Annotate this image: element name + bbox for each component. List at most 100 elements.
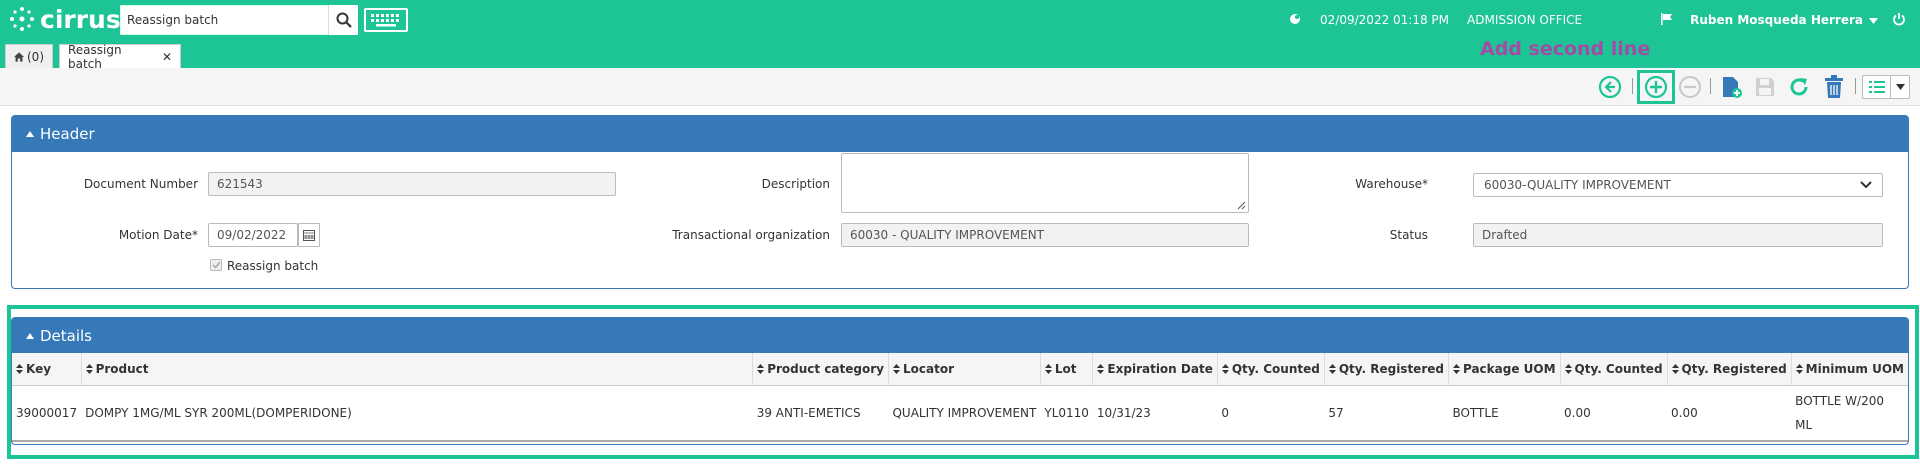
sort-icon	[16, 364, 23, 375]
reassign-batch-label: Reassign batch	[227, 259, 319, 273]
column-label: Locator	[902, 361, 954, 376]
chevron-down-icon[interactable]	[1869, 13, 1878, 27]
cell-lot: YL0110	[1040, 385, 1093, 442]
collapse-icon	[26, 333, 34, 339]
toolbar-divider	[1855, 78, 1856, 94]
logo-icon	[10, 7, 34, 31]
remove-line-button[interactable]	[1677, 74, 1703, 100]
column-header[interactable]: Qty. Registered	[1667, 353, 1792, 386]
details-table: Key Product Product category Locator Lot…	[12, 353, 1908, 442]
tab-reassign-batch[interactable]: Reassign batch ✕	[59, 42, 181, 71]
user-name: Ruben Mosqueda Herrera	[1690, 13, 1863, 27]
column-label: Key	[26, 361, 52, 376]
view-menu-button[interactable]	[1862, 75, 1910, 99]
flag-icon[interactable]	[1660, 12, 1674, 29]
logo-text: cirrus	[40, 4, 121, 34]
column-header[interactable]: Expiration Date	[1092, 353, 1218, 386]
cell-qty-counted-2: 0.00	[1560, 385, 1668, 442]
column-header[interactable]: Qty. Counted	[1560, 353, 1668, 386]
minus-circle-icon	[1679, 76, 1701, 98]
cell-product: DOMPY 1MG/ML SYR 200ML(DOMPERIDONE)	[81, 385, 753, 442]
datetime: 02/09/2022 01:18 PM	[1320, 13, 1450, 27]
refresh-button[interactable]	[1786, 74, 1812, 100]
annotation-highlight-box	[1637, 70, 1675, 104]
details-panel-title[interactable]: Details	[12, 318, 1908, 354]
column-header[interactable]: Qty. Registered	[1324, 353, 1449, 386]
sort-icon	[1097, 364, 1105, 375]
description-textarea[interactable]	[841, 153, 1249, 213]
toolbar-divider	[1632, 78, 1633, 94]
document-number-label: Document Number	[83, 177, 198, 191]
cell-qty-registered: 57	[1324, 385, 1449, 442]
table-row[interactable]: 39000017 DOMPY 1MG/ML SYR 200ML(DOMPERID…	[12, 385, 1908, 442]
save-button[interactable]	[1752, 74, 1778, 100]
status-field[interactable]: Drafted	[1473, 223, 1883, 247]
column-header[interactable]: Locator	[888, 353, 1041, 386]
header-panel-title[interactable]: Header	[12, 116, 1908, 152]
column-label: Product category	[767, 361, 884, 376]
header-title: Header	[40, 125, 95, 143]
column-label: Package UOM	[1462, 361, 1556, 376]
keyboard-button[interactable]	[364, 8, 408, 32]
details-title: Details	[40, 327, 93, 345]
column-label: Product	[95, 361, 149, 376]
search-icon	[336, 12, 352, 28]
column-header[interactable]: Lot	[1040, 353, 1094, 386]
list-icon	[1863, 76, 1891, 98]
sort-icon	[1044, 364, 1052, 375]
trans-org-field[interactable]: 60030 - QUALITY IMPROVEMENT	[841, 223, 1249, 247]
status-label: Status	[1389, 228, 1428, 242]
caret-down-icon	[1891, 76, 1909, 98]
save-icon	[1756, 78, 1774, 96]
column-header[interactable]: Product category	[752, 353, 889, 386]
sort-icon	[85, 364, 93, 375]
new-document-button[interactable]	[1718, 74, 1744, 100]
search-input[interactable]	[121, 6, 328, 34]
column-label: Qty. Counted	[1231, 361, 1320, 376]
keyboard-icon	[371, 14, 399, 27]
user-menu[interactable]: Ruben Mosqueda Herrera	[1690, 13, 1863, 27]
column-label: Minimum UOM	[1805, 361, 1904, 376]
cell-package-uom: BOTTLE	[1448, 385, 1561, 442]
tab-home-label: (0)	[27, 49, 44, 64]
delete-button[interactable]	[1821, 74, 1847, 100]
column-header[interactable]: Package UOM	[1448, 353, 1561, 386]
column-label: Expiration Date	[1107, 361, 1213, 376]
refresh-icon	[1790, 78, 1808, 96]
tab-label: Reassign batch	[68, 42, 122, 71]
close-icon[interactable]: ✕	[162, 50, 172, 64]
warehouse-value: 60030-QUALITY IMPROVEMENT	[1484, 178, 1671, 192]
column-header[interactable]: Product	[81, 353, 754, 386]
toolbar	[0, 68, 1920, 106]
back-button[interactable]	[1597, 74, 1623, 100]
column-header[interactable]: Minimum UOM	[1791, 353, 1908, 386]
cell-key: 39000017	[12, 385, 82, 442]
cell-qty-registered-2: 0.00	[1667, 385, 1792, 442]
calendar-button[interactable]	[298, 223, 320, 247]
sort-icon	[892, 364, 900, 375]
reassign-batch-checkbox[interactable]	[210, 259, 222, 271]
motion-date-field[interactable]: 09/02/2022	[208, 223, 298, 247]
column-label: Qty. Registered	[1681, 361, 1787, 376]
resize-handle-icon[interactable]	[1236, 200, 1246, 210]
warehouse-select[interactable]: 60030-QUALITY IMPROVEMENT	[1473, 173, 1883, 197]
chevron-down-icon	[1860, 181, 1872, 189]
search-field[interactable]	[120, 5, 329, 35]
cell-locator: QUALITY IMPROVEMENT	[888, 385, 1041, 442]
document-number-field[interactable]: 621543	[208, 172, 616, 196]
cell-product-category: 39 ANTI-EMETICS	[752, 385, 889, 442]
search-button[interactable]	[328, 5, 358, 35]
sort-icon	[1328, 364, 1336, 375]
power-icon[interactable]	[1892, 12, 1906, 29]
top-right-status: 02/09/2022 01:18 PM ADMISSION OFFICE Rub…	[1288, 0, 1920, 40]
new-document-icon	[1723, 77, 1742, 98]
column-header[interactable]: Key	[12, 353, 82, 386]
column-label: Qty. Registered	[1338, 361, 1444, 376]
status-dot-icon	[1288, 12, 1302, 29]
app-logo[interactable]: cirrus	[8, 4, 121, 34]
cell-expiration-date: 10/31/23	[1092, 385, 1218, 442]
tab-home[interactable]: (0)	[5, 44, 53, 68]
column-header[interactable]: Qty. Counted	[1217, 353, 1325, 386]
sort-icon	[757, 364, 765, 375]
sort-icon	[1564, 364, 1572, 375]
